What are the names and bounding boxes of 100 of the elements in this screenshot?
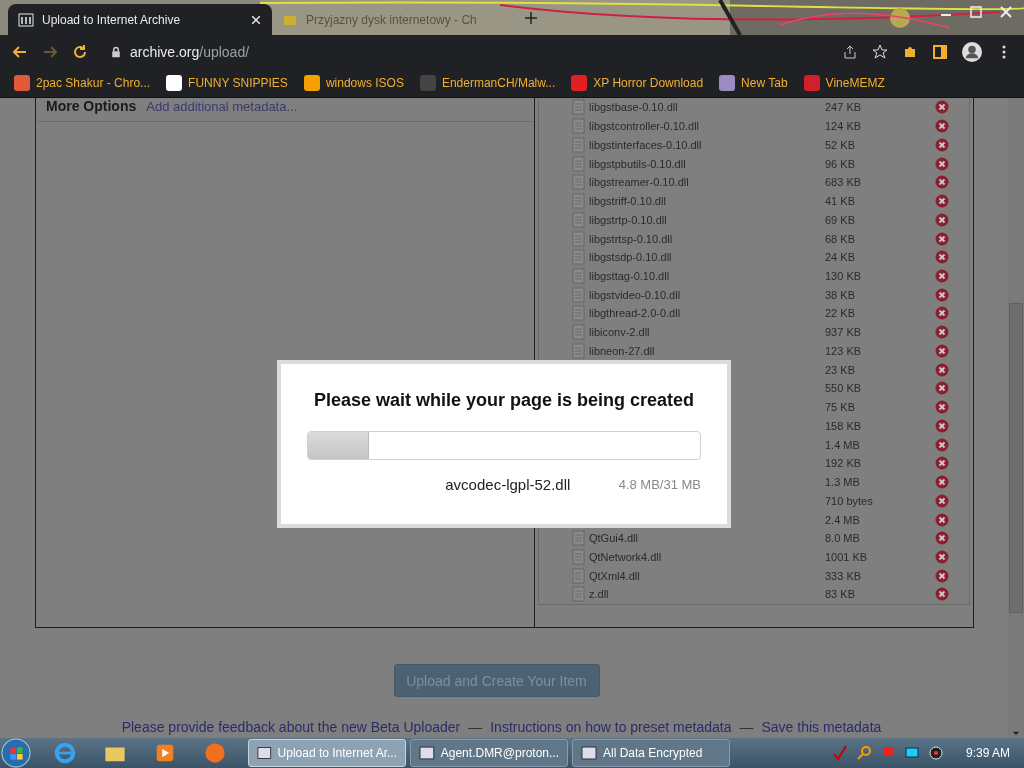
sidebar-icon[interactable] bbox=[932, 43, 948, 60]
back-arrow-icon[interactable] bbox=[12, 43, 28, 60]
browser-e-icon[interactable] bbox=[54, 742, 76, 764]
file-size: 38 KB bbox=[825, 288, 856, 301]
bookmark[interactable]: VineMEMZ bbox=[803, 74, 885, 91]
section-heading: More Options bbox=[46, 98, 137, 114]
taskbar-button[interactable]: All Data Encrypted bbox=[572, 739, 730, 767]
remove-icon[interactable] bbox=[935, 268, 949, 283]
bookmark[interactable]: windows ISOS bbox=[303, 74, 404, 91]
file-name: libgstriff-0.10.dll bbox=[588, 195, 667, 208]
browser-tab[interactable]: Upload to Internet Archive bbox=[8, 4, 272, 35]
start-orb-icon[interactable] bbox=[0, 738, 32, 768]
remove-icon[interactable] bbox=[935, 325, 949, 340]
lock-icon bbox=[110, 45, 122, 58]
remove-icon[interactable] bbox=[935, 231, 949, 246]
file-name: libgstreamer-0.10.dll bbox=[588, 176, 690, 189]
file-size: 333 KB bbox=[825, 569, 863, 582]
file-size: 52 KB bbox=[825, 138, 856, 151]
file-size: 68 KB bbox=[825, 232, 856, 245]
file-name: libgstbase-0.10.dll bbox=[588, 101, 679, 114]
star-icon[interactable] bbox=[872, 43, 888, 60]
file-size: 1.3 MB bbox=[825, 476, 861, 489]
file-size: 69 KB bbox=[825, 213, 856, 226]
media-player-icon[interactable] bbox=[154, 742, 176, 764]
remove-icon[interactable] bbox=[935, 137, 949, 152]
document-icon bbox=[571, 305, 587, 322]
file-size: 75 KB bbox=[825, 401, 856, 414]
taskbar-button[interactable]: Agent.DMR@proton... bbox=[410, 739, 568, 767]
remove-icon[interactable] bbox=[935, 550, 949, 564]
remove-icon[interactable] bbox=[935, 212, 949, 227]
remove-icon[interactable] bbox=[935, 287, 949, 302]
plus-icon bbox=[523, 10, 539, 26]
remove-icon[interactable] bbox=[935, 306, 949, 321]
remove-icon[interactable] bbox=[935, 119, 949, 134]
document-icon bbox=[571, 249, 587, 266]
bookmark[interactable]: New Tab bbox=[719, 74, 788, 91]
file-name: libgstsdp-0.10.dll bbox=[588, 251, 673, 264]
check-mark-icon[interactable] bbox=[831, 745, 848, 761]
document-icon bbox=[571, 342, 587, 359]
uploading-file-name: avcodec-lgpl-52.dll bbox=[444, 476, 572, 493]
remove-icon[interactable] bbox=[935, 250, 949, 265]
separator: — bbox=[739, 719, 754, 735]
remove-icon[interactable] bbox=[935, 437, 949, 452]
file-size: 683 KB bbox=[825, 176, 863, 189]
file-name: QtXml4.dll bbox=[588, 569, 641, 582]
remove-icon[interactable] bbox=[935, 194, 949, 209]
remove-icon[interactable] bbox=[935, 381, 949, 396]
document-icon bbox=[571, 530, 587, 547]
document-icon bbox=[571, 211, 587, 228]
file-size: 83 KB bbox=[825, 588, 856, 601]
scroll-thumb[interactable] bbox=[1009, 303, 1023, 613]
bookmark[interactable]: FUNNY SNIPPIES bbox=[166, 74, 288, 91]
profile-icon[interactable] bbox=[962, 41, 982, 62]
document-icon bbox=[571, 230, 587, 247]
remove-icon[interactable] bbox=[935, 531, 949, 546]
forward-arrow-icon[interactable] bbox=[42, 43, 58, 60]
remove-icon[interactable] bbox=[935, 362, 949, 377]
file-size: 24 KB bbox=[825, 251, 856, 264]
speaker-icon[interactable] bbox=[927, 745, 944, 761]
remove-icon[interactable] bbox=[935, 100, 949, 115]
remove-icon[interactable] bbox=[935, 418, 949, 433]
document-icon bbox=[571, 118, 587, 135]
file-size: 550 KB bbox=[825, 382, 863, 395]
file-size: 710 bytes bbox=[825, 494, 874, 507]
magnifier-icon[interactable] bbox=[855, 745, 872, 761]
document-icon bbox=[571, 136, 587, 153]
file-name: libgsttag-0.10.dll bbox=[588, 269, 671, 282]
window-icon bbox=[581, 745, 597, 761]
remove-icon[interactable] bbox=[935, 512, 949, 527]
window-icon bbox=[419, 745, 435, 761]
file-size: 1.4 MB bbox=[825, 438, 861, 451]
monitor-icon[interactable] bbox=[903, 745, 920, 761]
remove-icon[interactable] bbox=[935, 400, 949, 415]
file-size: 192 KB bbox=[825, 457, 863, 470]
remove-icon[interactable] bbox=[935, 343, 949, 358]
bookmark[interactable]: EndermanCH/Malw... bbox=[419, 74, 556, 91]
scrollbar[interactable] bbox=[1008, 98, 1024, 738]
remove-icon[interactable] bbox=[935, 175, 949, 190]
file-size: 1001 KB bbox=[825, 551, 869, 563]
url-host: archive.org bbox=[130, 43, 200, 60]
document-icon bbox=[571, 99, 587, 116]
file-size: 158 KB bbox=[825, 419, 863, 432]
document-icon bbox=[571, 567, 587, 584]
remove-icon[interactable] bbox=[935, 493, 949, 508]
bookmark[interactable]: 2pac Shakur - Chro... bbox=[14, 74, 151, 91]
remove-icon[interactable] bbox=[935, 587, 949, 602]
file-name: libgthread-2.0-0.dll bbox=[588, 307, 682, 320]
remove-icon[interactable] bbox=[935, 475, 949, 490]
file-size: 247 KB bbox=[825, 101, 863, 114]
share-icon[interactable] bbox=[842, 43, 858, 60]
maximize-icon[interactable] bbox=[968, 4, 984, 20]
reload-icon[interactable] bbox=[72, 43, 88, 60]
bookmark[interactable]: XP Horror Download bbox=[571, 74, 704, 91]
clock: 9:39 AM bbox=[965, 746, 1010, 760]
remove-icon[interactable] bbox=[935, 456, 949, 471]
document-icon bbox=[571, 286, 587, 303]
remove-icon[interactable] bbox=[935, 568, 949, 583]
remove-icon[interactable] bbox=[935, 156, 949, 171]
close-icon[interactable] bbox=[250, 13, 262, 26]
separator: — bbox=[468, 719, 483, 735]
